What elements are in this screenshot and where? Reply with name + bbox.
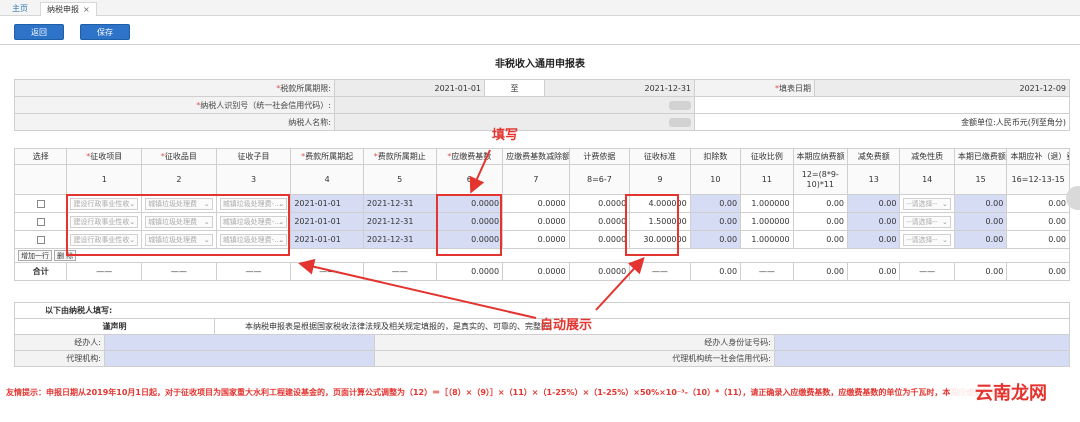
watermark-logo: 云南龙网 bbox=[950, 378, 1072, 410]
arrow-to-items bbox=[298, 258, 537, 319]
arrow-to-standard bbox=[595, 257, 645, 311]
friendly-tip: 友情提示：申报日期从2019年10月1日起，对于征收项目为国家重大水利工程建设基… bbox=[6, 388, 1031, 397]
annotation-arrows bbox=[298, 149, 645, 319]
arrow-to-base bbox=[469, 149, 491, 194]
